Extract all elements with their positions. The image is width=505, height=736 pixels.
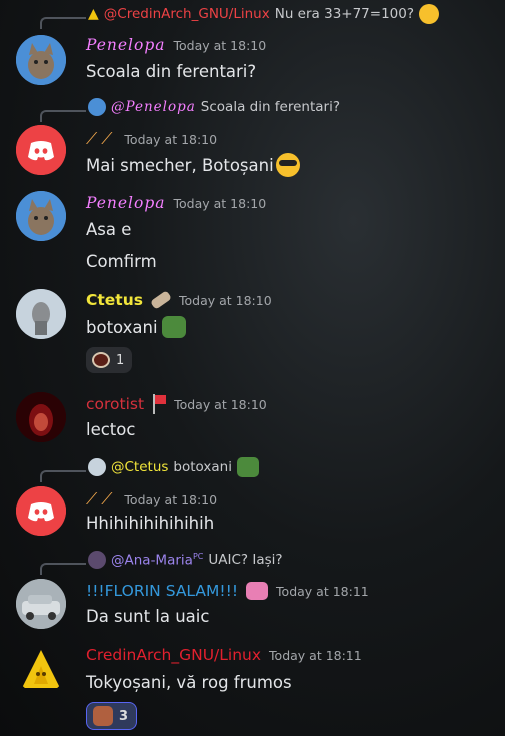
user-avatar[interactable] — [16, 644, 66, 694]
user-avatar[interactable] — [16, 191, 66, 241]
username[interactable]: corotist — [86, 395, 144, 413]
reply-avatar — [88, 98, 106, 116]
reply-connector — [40, 563, 86, 575]
car-avatar-icon — [16, 579, 66, 629]
username[interactable]: !!!FLORIN SALAM!!! — [86, 582, 238, 600]
cat-avatar-icon — [16, 35, 66, 85]
reply-preview[interactable]: @Ana-MariaPC UAIC? Iași? — [88, 550, 283, 570]
cat-avatar-icon — [16, 191, 66, 241]
reply-connector — [40, 110, 86, 122]
discord-logo-icon — [16, 125, 66, 175]
reply-connector — [40, 17, 86, 29]
reply-avatar — [88, 551, 106, 569]
message-text: Da sunt la uaic — [86, 607, 210, 626]
username[interactable]: Penelopa — [86, 36, 166, 54]
username-emoji-icons[interactable]: ⟋⟋ — [86, 489, 116, 509]
reply-connector — [40, 470, 86, 482]
message-text: Mai smecher, Botoșani — [86, 155, 274, 175]
thinking-face-icon — [419, 4, 440, 24]
bandage-icon — [149, 290, 173, 310]
pepe-emoji-icon — [161, 316, 186, 338]
reply-avatar — [88, 458, 106, 476]
message-text: Asa e — [86, 220, 132, 239]
chat-scroll-area[interactable]: ▲ @CredinArch_GNU/Linux Nu era 33+77=100… — [0, 0, 505, 736]
reaction-count: 3 — [119, 708, 129, 724]
face-emoji-icon — [93, 706, 113, 726]
arch-mini-icon: ▲ — [88, 6, 99, 22]
message-text: Scoala din ferentari? — [86, 62, 257, 81]
reply-username[interactable]: @Ctetus — [111, 459, 168, 475]
reply-preview[interactable]: ▲ @CredinArch_GNU/Linux Nu era 33+77=100… — [88, 4, 440, 24]
message-text: Hhihihihihihihih — [86, 514, 215, 533]
timestamp: Today at 18:10 — [178, 292, 272, 308]
reaction-button[interactable]: 1 — [86, 347, 133, 373]
timestamp: Today at 18:11 — [269, 647, 362, 663]
timestamp: Today at 18:11 — [276, 583, 369, 599]
message-text: Comfirm — [86, 252, 157, 271]
sunglasses-face-icon — [275, 153, 300, 177]
timestamp: Today at 18:10 — [173, 37, 267, 53]
red-flag-icon — [152, 394, 167, 414]
timestamp: Today at 18:10 — [124, 491, 218, 507]
message-text: lectoc — [86, 420, 136, 439]
reply-text: Nu era 33+77=100? — [274, 6, 415, 22]
user-avatar[interactable] — [16, 579, 66, 629]
bot-avatar[interactable] — [16, 486, 66, 536]
pepe-emoji-icon — [236, 457, 259, 477]
timestamp: Today at 18:10 — [124, 131, 218, 147]
user-avatar[interactable] — [16, 35, 66, 85]
reaction-count: 1 — [116, 352, 125, 368]
statue-avatar-icon — [16, 289, 66, 339]
reply-text: Scoala din ferentari? — [200, 99, 341, 115]
arch-logo-icon — [22, 650, 60, 688]
reply-preview[interactable]: @Ctetus botoxani — [88, 457, 259, 477]
username[interactable]: Ctetus — [86, 291, 143, 309]
username[interactable]: CredinArch_GNU/Linux — [86, 646, 261, 664]
timestamp: Today at 18:10 — [174, 396, 267, 412]
reply-text: botoxani — [173, 459, 232, 475]
username[interactable]: Penelopa — [86, 194, 166, 212]
bot-avatar[interactable] — [16, 125, 66, 175]
dark-portrait-avatar-icon — [16, 392, 66, 442]
timestamp: Today at 18:10 — [173, 195, 267, 211]
message-text: Tokyoșani, vă rog frumos — [86, 673, 292, 692]
reply-username[interactable]: @CredinArch_GNU/Linux — [104, 6, 270, 22]
reply-preview[interactable]: @Penelopa Scoala din ferentari? — [88, 97, 340, 117]
pepe-emoji-icon — [246, 582, 269, 600]
discord-logo-icon — [16, 486, 66, 536]
username-emoji-icons[interactable]: ⟋⟋ — [86, 129, 116, 149]
reply-text: UAIC? Iași? — [208, 552, 283, 568]
reply-username[interactable]: @Penelopa — [111, 99, 196, 115]
message-text: botoxani — [86, 317, 158, 337]
donut-emoji-icon — [92, 352, 110, 368]
user-avatar[interactable] — [16, 289, 66, 339]
reaction-button[interactable]: 3 — [86, 702, 138, 730]
user-avatar[interactable] — [16, 392, 66, 442]
reply-username[interactable]: @Ana-MariaPC — [111, 552, 203, 569]
